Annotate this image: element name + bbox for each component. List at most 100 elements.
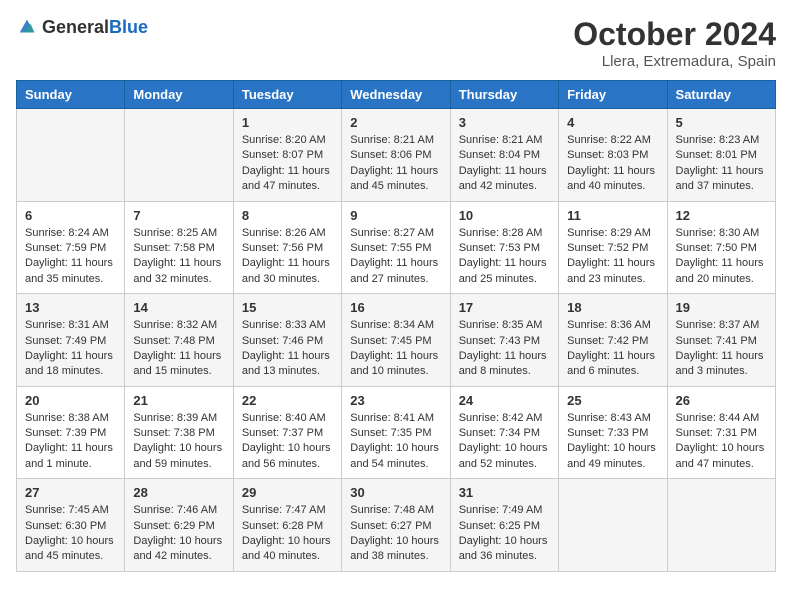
header-cell-sunday: Sunday bbox=[17, 81, 125, 109]
title-block: October 2024 Llera, Extremadura, Spain bbox=[573, 16, 776, 70]
day-number: 25 bbox=[567, 393, 658, 408]
day-number: 27 bbox=[25, 485, 116, 500]
week-row-1: 1Sunrise: 8:20 AMSunset: 8:07 PMDaylight… bbox=[17, 109, 776, 202]
day-cell: 2Sunrise: 8:21 AMSunset: 8:06 PMDaylight… bbox=[342, 109, 450, 202]
day-info: Sunrise: 7:46 AMSunset: 6:29 PMDaylight:… bbox=[133, 503, 224, 565]
day-info: Sunrise: 8:31 AMSunset: 7:49 PMDaylight:… bbox=[25, 318, 116, 380]
day-info: Sunrise: 8:35 AMSunset: 7:43 PMDaylight:… bbox=[459, 318, 550, 380]
day-info: Sunrise: 8:43 AMSunset: 7:33 PMDaylight:… bbox=[567, 411, 658, 473]
day-number: 8 bbox=[242, 208, 333, 223]
day-cell: 20 Sunrise: 8:38 AMSunset: 7:39 PMDayligh… bbox=[17, 386, 125, 479]
day-info: Sunrise: 8:25 AMSunset: 7:58 PMDaylight:… bbox=[133, 226, 224, 288]
day-cell: 11 Sunrise: 8:29 AMSunset: 7:52 PMDayligh… bbox=[559, 201, 667, 294]
day-cell bbox=[667, 479, 775, 572]
day-cell: 30Sunrise: 7:48 AMSunset: 6:27 PMDayligh… bbox=[342, 479, 450, 572]
header-cell-tuesday: Tuesday bbox=[233, 81, 341, 109]
day-cell: 27 Sunrise: 7:45 AMSunset: 6:30 PMDayligh… bbox=[17, 479, 125, 572]
day-number: 1 bbox=[242, 115, 333, 130]
day-info: Sunrise: 8:40 AMSunset: 7:37 PMDaylight:… bbox=[242, 411, 333, 473]
day-number: 11 bbox=[567, 208, 658, 223]
day-info: Sunrise: 8:37 AMSunset: 7:41 PMDaylight:… bbox=[676, 318, 767, 380]
day-info: Sunrise: 7:45 AMSunset: 6:30 PMDaylight:… bbox=[25, 503, 116, 565]
day-number: 13 bbox=[25, 300, 116, 315]
day-number: 19 bbox=[676, 300, 767, 315]
day-cell: 12Sunrise: 8:30 AMSunset: 7:50 PMDayligh… bbox=[667, 201, 775, 294]
day-number: 10 bbox=[459, 208, 550, 223]
header-cell-wednesday: Wednesday bbox=[342, 81, 450, 109]
day-cell: 8Sunrise: 8:26 AMSunset: 7:56 PMDaylight… bbox=[233, 201, 341, 294]
day-cell: 25 Sunrise: 8:43 AMSunset: 7:33 PMDayligh… bbox=[559, 386, 667, 479]
day-cell: 7Sunrise: 8:25 AMSunset: 7:58 PMDaylight… bbox=[125, 201, 233, 294]
day-info: Sunrise: 8:41 AMSunset: 7:35 PMDaylight:… bbox=[350, 411, 441, 473]
day-info: Sunrise: 8:28 AMSunset: 7:53 PMDaylight:… bbox=[459, 226, 550, 288]
header-row: SundayMondayTuesdayWednesdayThursdayFrid… bbox=[17, 81, 776, 109]
day-number: 18 bbox=[567, 300, 658, 315]
day-info: Sunrise: 7:47 AMSunset: 6:28 PMDaylight:… bbox=[242, 503, 333, 565]
day-number: 29 bbox=[242, 485, 333, 500]
day-number: 9 bbox=[350, 208, 441, 223]
week-row-5: 27 Sunrise: 7:45 AMSunset: 6:30 PMDayligh… bbox=[17, 479, 776, 572]
day-info: Sunrise: 8:24 AMSunset: 7:59 PMDaylight:… bbox=[25, 226, 116, 288]
day-number: 15 bbox=[242, 300, 333, 315]
day-cell: 15 Sunrise: 8:33 AMSunset: 7:46 PMDayligh… bbox=[233, 294, 341, 387]
day-info: Sunrise: 8:27 AMSunset: 7:55 PMDaylight:… bbox=[350, 226, 441, 288]
day-number: 21 bbox=[133, 393, 224, 408]
day-number: 3 bbox=[459, 115, 550, 130]
day-number: 26 bbox=[676, 393, 767, 408]
day-number: 31 bbox=[459, 485, 550, 500]
day-info: Sunrise: 8:32 AMSunset: 7:48 PMDaylight:… bbox=[133, 318, 224, 380]
day-cell: 14 Sunrise: 8:32 AMSunset: 7:48 PMDayligh… bbox=[125, 294, 233, 387]
day-cell: 21 Sunrise: 8:39 AMSunset: 7:38 PMDayligh… bbox=[125, 386, 233, 479]
day-number: 14 bbox=[133, 300, 224, 315]
day-info: Sunrise: 8:44 AMSunset: 7:31 PMDaylight:… bbox=[676, 411, 767, 473]
calendar-table: SundayMondayTuesdayWednesdayThursdayFrid… bbox=[16, 80, 776, 572]
day-cell: 13 Sunrise: 8:31 AMSunset: 7:49 PMDayligh… bbox=[17, 294, 125, 387]
logo-text: GeneralBlue bbox=[42, 17, 148, 38]
day-number: 22 bbox=[242, 393, 333, 408]
day-cell: 22 Sunrise: 8:40 AMSunset: 7:37 PMDayligh… bbox=[233, 386, 341, 479]
day-cell bbox=[125, 109, 233, 202]
day-cell: 6 Sunrise: 8:24 AMSunset: 7:59 PMDaylight… bbox=[17, 201, 125, 294]
day-cell: 28Sunrise: 7:46 AMSunset: 6:29 PMDayligh… bbox=[125, 479, 233, 572]
day-cell: 10 Sunrise: 8:28 AMSunset: 7:53 PMDayligh… bbox=[450, 201, 558, 294]
day-number: 6 bbox=[25, 208, 116, 223]
day-info: Sunrise: 8:36 AMSunset: 7:42 PMDaylight:… bbox=[567, 318, 658, 380]
day-number: 4 bbox=[567, 115, 658, 130]
day-info: Sunrise: 8:29 AMSunset: 7:52 PMDaylight:… bbox=[567, 226, 658, 288]
day-info: Sunrise: 7:49 AMSunset: 6:25 PMDaylight:… bbox=[459, 503, 550, 565]
day-number: 16 bbox=[350, 300, 441, 315]
day-cell: 5 Sunrise: 8:23 AMSunset: 8:01 PMDaylight… bbox=[667, 109, 775, 202]
calendar-header: SundayMondayTuesdayWednesdayThursdayFrid… bbox=[17, 81, 776, 109]
day-cell: 29 Sunrise: 7:47 AMSunset: 6:28 PMDayligh… bbox=[233, 479, 341, 572]
day-info: Sunrise: 8:22 AMSunset: 8:03 PMDaylight:… bbox=[567, 133, 658, 195]
day-info: Sunrise: 8:21 AMSunset: 8:04 PMDaylight:… bbox=[459, 133, 550, 195]
day-info: Sunrise: 8:39 AMSunset: 7:38 PMDaylight:… bbox=[133, 411, 224, 473]
day-number: 17 bbox=[459, 300, 550, 315]
day-cell: 3 Sunrise: 8:21 AMSunset: 8:04 PMDaylight… bbox=[450, 109, 558, 202]
day-cell: 23Sunrise: 8:41 AMSunset: 7:35 PMDayligh… bbox=[342, 386, 450, 479]
day-cell: 1Sunrise: 8:20 AMSunset: 8:07 PMDaylight… bbox=[233, 109, 341, 202]
header-cell-monday: Monday bbox=[125, 81, 233, 109]
day-number: 5 bbox=[676, 115, 767, 130]
day-info: Sunrise: 8:23 AMSunset: 8:01 PMDaylight:… bbox=[676, 133, 767, 195]
header-cell-saturday: Saturday bbox=[667, 81, 775, 109]
day-cell bbox=[559, 479, 667, 572]
calendar-body: 1Sunrise: 8:20 AMSunset: 8:07 PMDaylight… bbox=[17, 109, 776, 572]
day-info: Sunrise: 7:48 AMSunset: 6:27 PMDaylight:… bbox=[350, 503, 441, 565]
day-number: 24 bbox=[459, 393, 550, 408]
day-number: 20 bbox=[25, 393, 116, 408]
week-row-3: 13 Sunrise: 8:31 AMSunset: 7:49 PMDayligh… bbox=[17, 294, 776, 387]
day-cell: 24 Sunrise: 8:42 AMSunset: 7:34 PMDayligh… bbox=[450, 386, 558, 479]
day-cell: 16 Sunrise: 8:34 AMSunset: 7:45 PMDayligh… bbox=[342, 294, 450, 387]
day-info: Sunrise: 8:34 AMSunset: 7:45 PMDaylight:… bbox=[350, 318, 441, 380]
day-info: Sunrise: 8:21 AMSunset: 8:06 PMDaylight:… bbox=[350, 133, 441, 195]
day-cell: 31 Sunrise: 7:49 AMSunset: 6:25 PMDayligh… bbox=[450, 479, 558, 572]
day-cell: 17 Sunrise: 8:35 AMSunset: 7:43 PMDayligh… bbox=[450, 294, 558, 387]
day-cell: 4 Sunrise: 8:22 AMSunset: 8:03 PMDaylight… bbox=[559, 109, 667, 202]
day-info: Sunrise: 8:42 AMSunset: 7:34 PMDaylight:… bbox=[459, 411, 550, 473]
day-cell: 9 Sunrise: 8:27 AMSunset: 7:55 PMDaylight… bbox=[342, 201, 450, 294]
day-info: Sunrise: 8:33 AMSunset: 7:46 PMDaylight:… bbox=[242, 318, 333, 380]
day-info: Sunrise: 8:38 AMSunset: 7:39 PMDaylight:… bbox=[25, 411, 116, 473]
week-row-2: 6 Sunrise: 8:24 AMSunset: 7:59 PMDaylight… bbox=[17, 201, 776, 294]
calendar-title: October 2024 bbox=[573, 16, 776, 53]
